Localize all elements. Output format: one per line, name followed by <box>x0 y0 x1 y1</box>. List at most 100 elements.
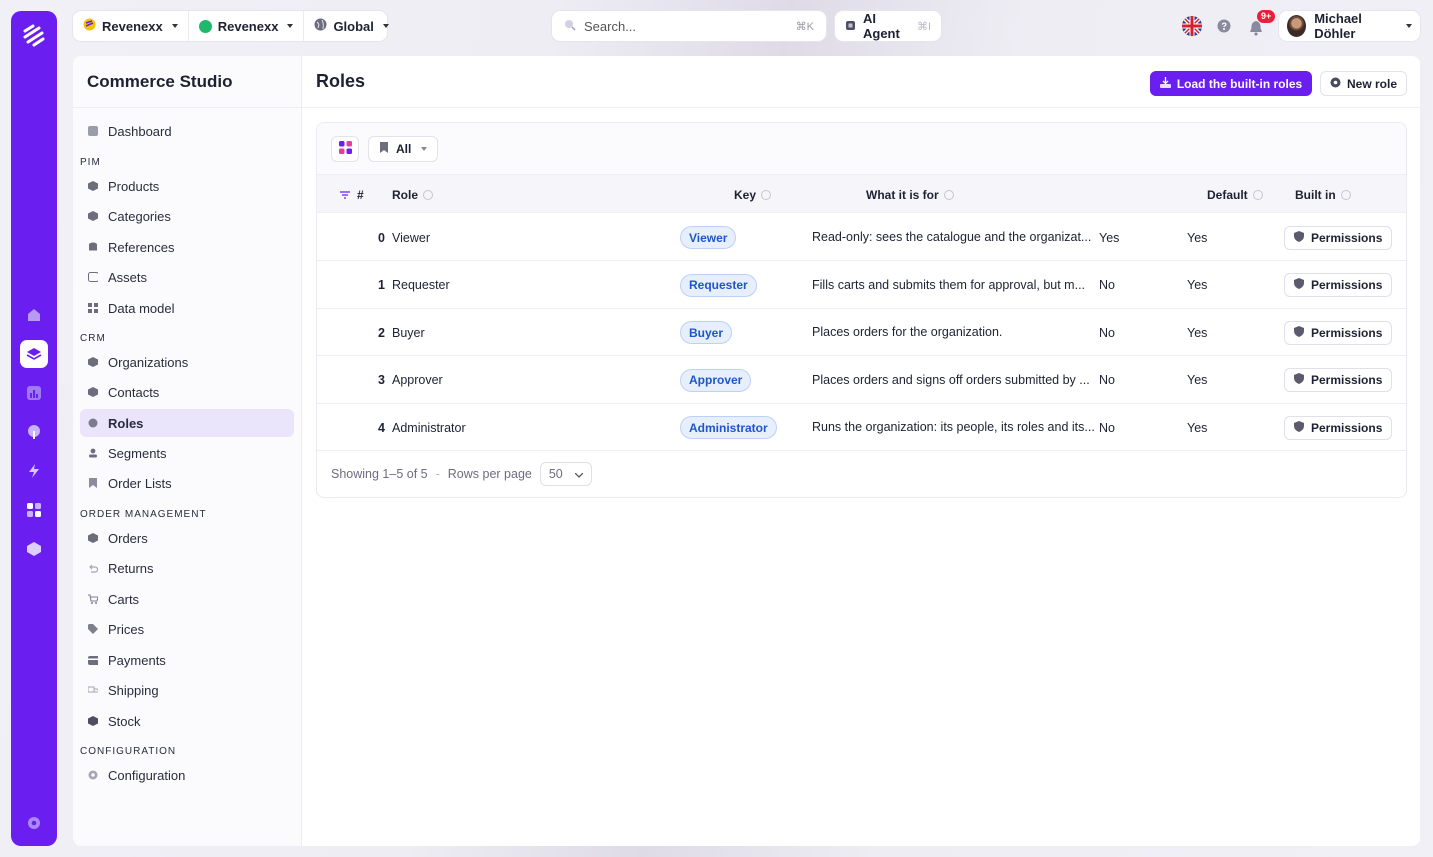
analytics-icon[interactable] <box>20 379 48 407</box>
search-icon <box>564 19 576 34</box>
default-value: No <box>1099 373 1115 387</box>
box-icon <box>88 387 98 397</box>
col-built-in[interactable]: Built in <box>1295 175 1351 214</box>
permissions-button[interactable]: Permissions <box>1284 368 1393 392</box>
sidebar-item-organizations[interactable]: Organizations <box>80 348 294 376</box>
table-row[interactable]: 3 Approver Approver Places orders and signs… <box>317 357 1406 404</box>
chevron-down-icon <box>171 24 178 28</box>
permissions-button[interactable]: Permissions <box>1284 225 1393 250</box>
cube-icon[interactable] <box>20 535 48 563</box>
permissions-button[interactable]: Permissions <box>1284 273 1393 297</box>
apps-icon <box>338 140 352 157</box>
sidebar-item-label: Categories <box>108 208 171 224</box>
layers-icon[interactable] <box>20 340 48 368</box>
sidebar-item-products[interactable]: Products <box>80 172 294 200</box>
project-label: Revenexx <box>217 18 279 34</box>
sidebar-item-categories[interactable]: Categories <box>80 202 294 230</box>
apps-icon[interactable] <box>20 496 48 524</box>
col-purpose[interactable]: What it is for <box>866 175 954 214</box>
app-rail <box>11 11 57 846</box>
sort-icon[interactable] <box>340 175 350 214</box>
sidebar-item-payments[interactable]: Payments <box>80 646 294 674</box>
download-icon <box>1159 76 1171 91</box>
sidebar-item-segments[interactable]: Segments <box>80 439 294 467</box>
load-built-in-roles-button[interactable]: Load the built-in roles <box>1150 71 1312 96</box>
sidebar-item-contacts[interactable]: Contacts <box>80 378 294 406</box>
info-icon <box>943 189 954 200</box>
search-shortcut: ⌘K <box>795 20 814 33</box>
role-name: Administrator <box>392 420 466 435</box>
info-icon <box>423 189 434 200</box>
help-icon[interactable] <box>1217 14 1231 38</box>
permissions-label: Permissions <box>1311 278 1383 292</box>
sidebar-item-assets[interactable]: Assets <box>80 263 294 291</box>
workspace-switcher: Revenexx Revenexx Global <box>73 11 389 41</box>
sidebar: Commerce Studio Dashboard PIM Products C… <box>73 56 302 846</box>
sidebar-item-label: Products <box>108 178 160 194</box>
plug-icon[interactable] <box>20 418 48 446</box>
col-key[interactable]: Key <box>734 175 772 214</box>
search-input[interactable]: Search... ⌘K <box>552 11 826 41</box>
image-icon <box>88 272 98 282</box>
notifications-icon[interactable]: 9+ <box>1249 10 1276 38</box>
role-purpose: Fills carts and submits them for approva… <box>812 277 1086 292</box>
shield-icon <box>1294 325 1304 340</box>
language-flag-icon[interactable] <box>1181 14 1203 38</box>
view-toggle-button[interactable] <box>331 135 359 162</box>
sidebar-item-label: Segments <box>108 445 167 461</box>
grid-icon <box>88 303 98 313</box>
role-purpose: Read-only: sees the catalogue and the or… <box>812 230 1092 244</box>
sidebar-item-data-model[interactable]: Data model <box>80 294 294 322</box>
col-num[interactable]: # <box>357 175 364 214</box>
ai-agent-shortcut: ⌘I <box>916 20 931 33</box>
ai-agent-button[interactable]: AI Agent ⌘I <box>835 11 941 41</box>
sidebar-item-stock[interactable]: Stock <box>80 707 294 735</box>
tag-icon <box>88 624 98 634</box>
sidebar-item-returns[interactable]: Returns <box>80 554 294 582</box>
sidebar-item-references[interactable]: References <box>80 233 294 261</box>
sidebar-item-configuration[interactable]: Configuration <box>80 761 294 789</box>
table-row[interactable]: 0 Viewer Viewer Read-only: sees the catalog… <box>317 214 1406 261</box>
role-name: Approver <box>392 373 443 387</box>
sidebar-item-dashboard[interactable]: Dashboard <box>80 117 294 145</box>
bolt-icon[interactable] <box>20 457 48 485</box>
section-crm: CRM <box>80 333 106 344</box>
region-select[interactable]: Global <box>304 11 398 41</box>
filter-select[interactable]: All <box>368 135 439 162</box>
sidebar-item-carts[interactable]: Carts <box>80 585 294 613</box>
permissions-button[interactable]: Permissions <box>1284 415 1393 440</box>
rows-per-page-select[interactable]: 50 <box>539 461 592 486</box>
role-key-tag: Administrator <box>680 416 777 439</box>
sidebar-item-orders[interactable]: Orders <box>80 524 294 552</box>
col-role[interactable]: Role <box>392 175 434 214</box>
rows-per-page-value: 50 <box>548 466 563 481</box>
credit-card-icon <box>88 655 98 665</box>
role-key-tag: Buyer <box>680 321 733 344</box>
col-default[interactable]: Default <box>1207 175 1263 214</box>
sidebar-item-order-lists[interactable]: Order Lists <box>80 469 294 497</box>
user-menu[interactable]: Michael Döhler <box>1279 11 1420 41</box>
permissions-label: Permissions <box>1311 420 1383 435</box>
tenant-select[interactable]: Revenexx <box>73 11 189 41</box>
settings-icon[interactable] <box>20 809 48 837</box>
permissions-button[interactable]: Permissions <box>1284 320 1393 345</box>
roles-table-card: All # Role Key What it is for Default Bu… <box>316 122 1407 498</box>
new-role-button[interactable]: New role <box>1320 71 1407 96</box>
sidebar-item-shipping[interactable]: Shipping <box>80 676 294 704</box>
table-row[interactable]: 2 Buyer Buyer Places orders for the organiz… <box>317 309 1406 356</box>
globe-icon <box>314 18 327 34</box>
table-header: # Role Key What it is for Default Built … <box>317 174 1406 213</box>
box-icon <box>88 181 98 191</box>
project-select[interactable]: Revenexx <box>189 11 305 41</box>
table-row[interactable]: 1 Requester Requester Fills carts and submi… <box>317 262 1406 309</box>
sidebar-item-roles[interactable]: Roles <box>80 409 294 437</box>
home-icon[interactable] <box>20 301 48 329</box>
role-purpose: Places orders for the organization. <box>812 325 1003 339</box>
sidebar-item-label: Contacts <box>108 384 160 400</box>
chevron-down-icon <box>1406 24 1412 28</box>
sidebar-item-label: Shipping <box>108 682 159 698</box>
table-row[interactable]: 4 Administrator Administrator Runs the orga… <box>317 404 1406 451</box>
sidebar-item-prices[interactable]: Prices <box>80 615 294 643</box>
permissions-label: Permissions <box>1311 325 1383 340</box>
app-logo-icon[interactable] <box>20 22 48 50</box>
